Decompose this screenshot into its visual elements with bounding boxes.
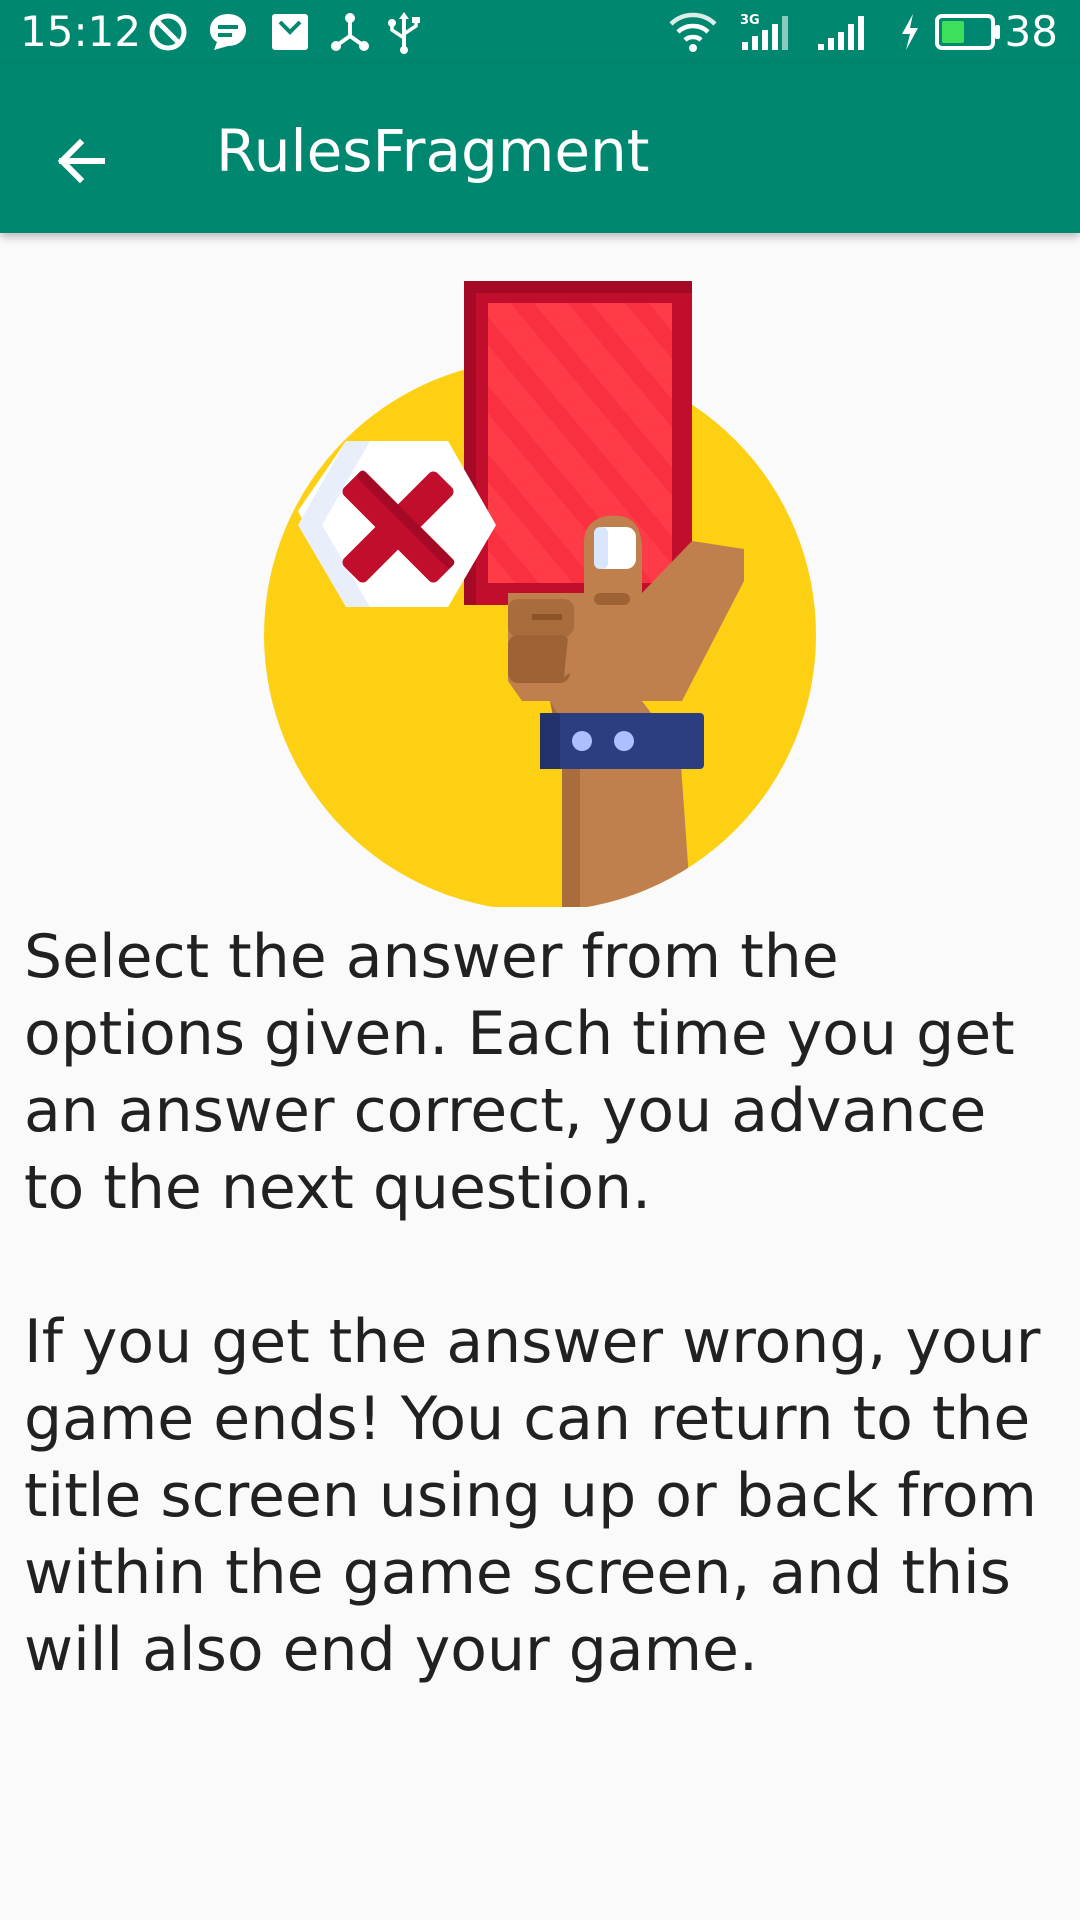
message-icon [210, 14, 246, 50]
wifi-icon [669, 12, 717, 52]
share-network-icon [331, 13, 369, 51]
rules-paragraph-2: If you get the answer wrong, your game e… [24, 1307, 1041, 1685]
do-not-disturb-icon [149, 13, 187, 51]
rules-content: Select the answer from the options given… [0, 233, 1080, 1920]
referee-red-card-illustration [264, 281, 816, 907]
back-button[interactable] [30, 109, 134, 213]
signal-3g-icon: 3G [740, 13, 788, 50]
arrow-left-icon [57, 138, 105, 184]
usb-icon [388, 12, 420, 54]
status-time: 15:12 [20, 7, 142, 56]
rules-text: Select the answer from the options given… [24, 919, 1064, 1766]
rules-paragraph-1: Select the answer from the options given… [24, 922, 1015, 1223]
page-title: RulesFragment [216, 117, 650, 185]
status-bar: 15:12 3G 38 [0, 0, 1080, 63]
battery-level-text: 38 [1004, 7, 1058, 56]
app-bar: RulesFragment [0, 63, 1080, 233]
red-card [464, 281, 692, 605]
mail-icon [272, 14, 308, 50]
svg-text:3G: 3G [740, 13, 760, 28]
signal-icon [818, 16, 864, 50]
battery-icon [935, 14, 1000, 50]
charging-icon [902, 14, 918, 50]
